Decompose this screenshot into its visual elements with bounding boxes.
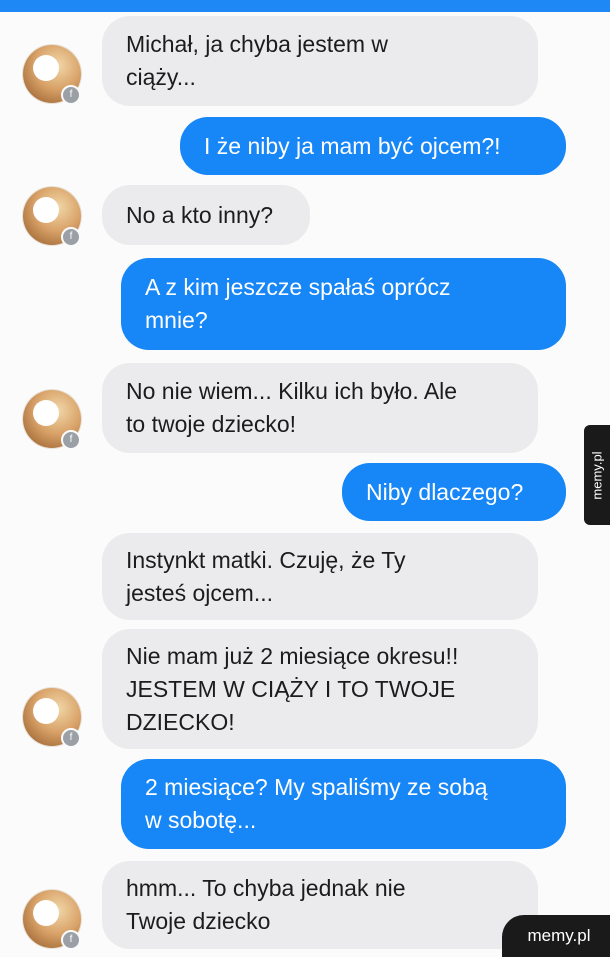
messenger-badge-icon: f (61, 430, 81, 450)
avatar[interactable]: f (23, 688, 81, 748)
avatar-face-icon (33, 900, 59, 926)
message-bubble-incoming[interactable]: No nie wiem... Kilku ich było. Ale to tw… (102, 363, 538, 453)
message-bubble-outgoing[interactable]: A z kim jeszcze spałaś oprócz mnie? (121, 258, 566, 350)
chat-screen: f Michał, ja chyba jestem w ciąży... I ż… (0, 0, 610, 957)
side-watermark-text: memy.pl (589, 450, 605, 500)
messenger-badge-icon: f (61, 227, 81, 247)
message-bubble-incoming[interactable]: hmm... To chyba jednak nie Twoje dziecko (102, 861, 538, 949)
avatar-face-icon (33, 400, 59, 426)
avatar[interactable]: f (23, 187, 81, 247)
message-bubble-incoming[interactable]: Nie mam już 2 miesiące okresu!! JESTEM W… (102, 629, 538, 749)
avatar-face-icon (33, 55, 59, 81)
avatar-face-icon (33, 197, 59, 223)
message-bubble-outgoing[interactable]: Niby dlaczego? (342, 463, 566, 521)
avatar-face-icon (33, 698, 59, 724)
messenger-badge-icon: f (61, 728, 81, 748)
side-watermark: memy.pl (584, 425, 610, 525)
messenger-badge-icon: f (61, 85, 81, 105)
message-bubble-outgoing[interactable]: 2 miesiące? My spaliśmy ze sobą w sobotę… (121, 759, 566, 849)
avatar[interactable]: f (23, 390, 81, 450)
avatar[interactable]: f (23, 45, 81, 105)
message-bubble-incoming[interactable]: Michał, ja chyba jestem w ciąży... (102, 16, 538, 106)
message-bubble-incoming[interactable]: Instynkt matki. Czuję, że Ty jesteś ojce… (102, 533, 538, 620)
corner-watermark: memy.pl (502, 915, 610, 957)
messenger-badge-icon: f (61, 930, 81, 950)
avatar[interactable]: f (23, 890, 81, 950)
message-bubble-outgoing[interactable]: I że niby ja mam być ojcem?! (180, 117, 566, 175)
message-bubble-incoming[interactable]: No a kto inny? (102, 185, 310, 245)
header-bar (0, 0, 610, 12)
